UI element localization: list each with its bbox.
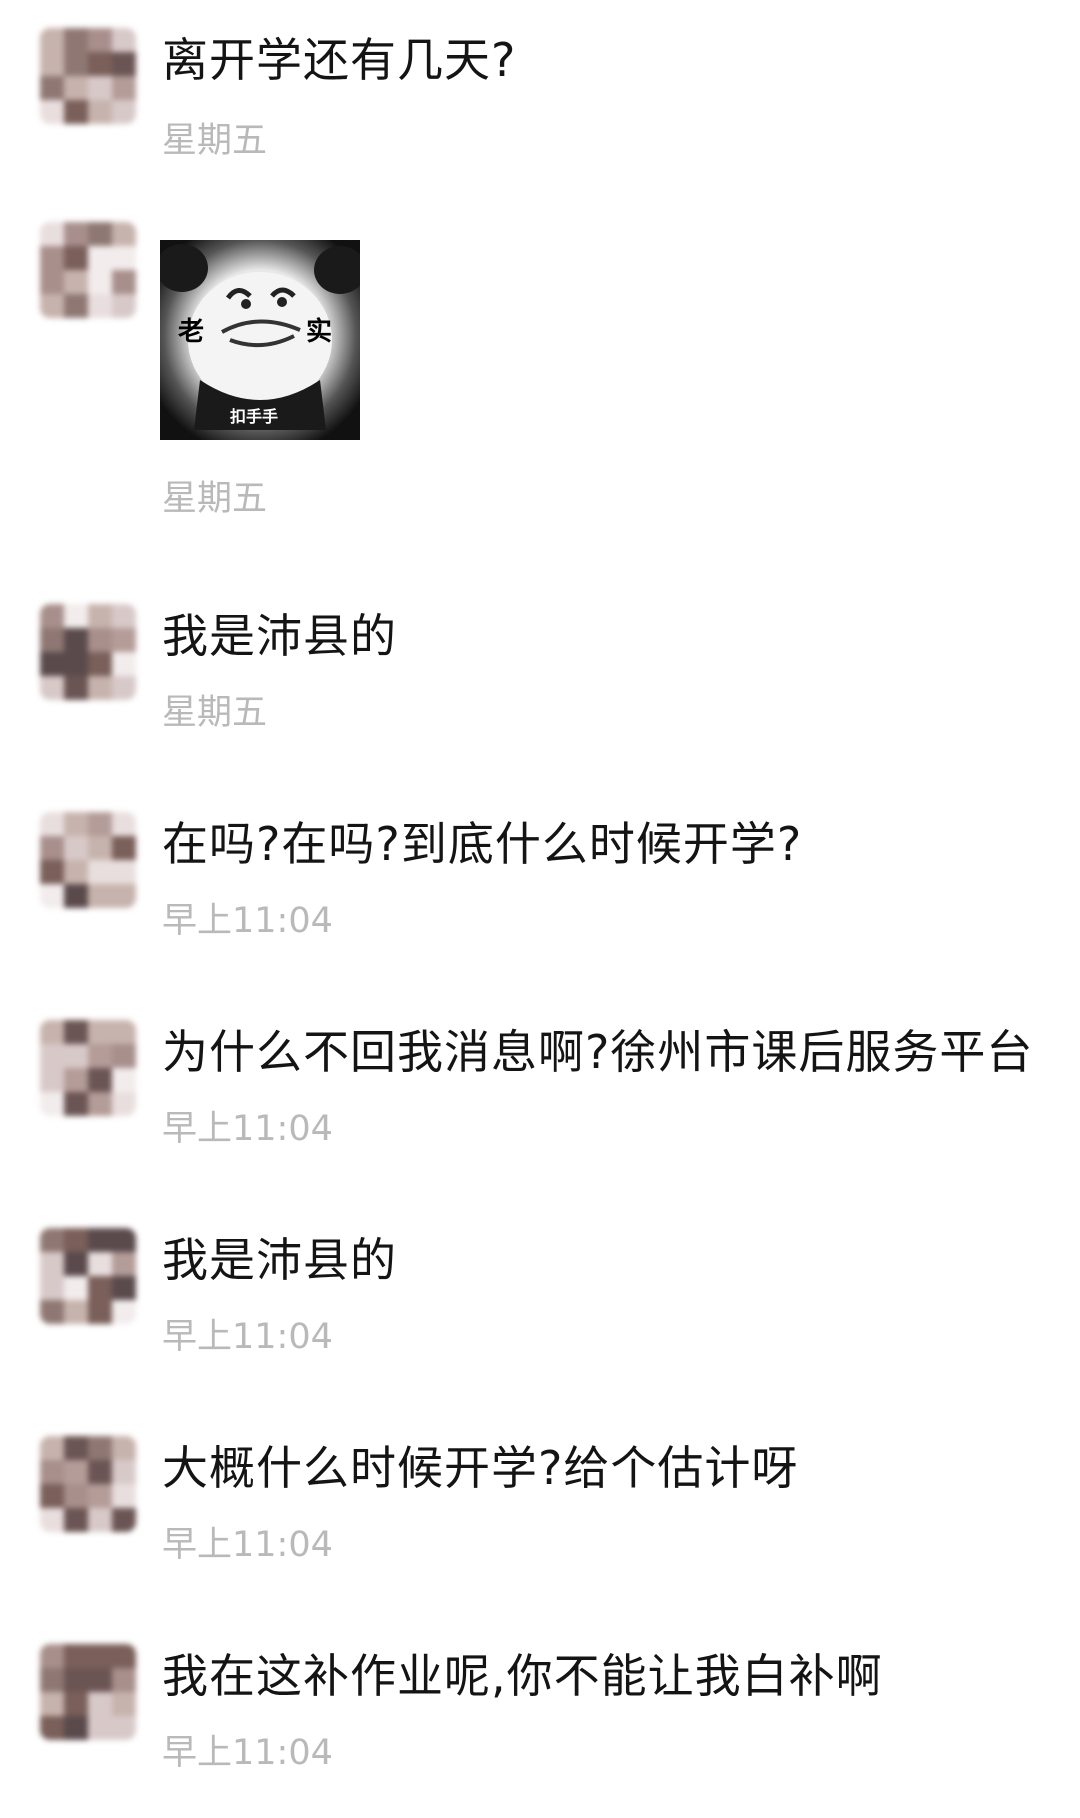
message-timestamp: 早上11:04 <box>162 1733 333 1773</box>
avatar[interactable] <box>40 1228 136 1324</box>
avatar[interactable] <box>40 28 136 124</box>
message-text: 我是沛县的 <box>162 609 397 663</box>
avatar[interactable] <box>40 222 136 318</box>
sticker-left-text: 老 <box>178 317 204 347</box>
avatar[interactable] <box>40 812 136 908</box>
sticker-image[interactable]: 老 实 扣手手 <box>160 240 360 440</box>
message-timestamp: 早上11:04 <box>162 1109 333 1149</box>
message-text: 大概什么时候开学?给个估计呀 <box>162 1441 799 1495</box>
message-timestamp: 星期五 <box>162 479 268 519</box>
message-text: 在吗?在吗?到底什么时候开学? <box>162 817 803 871</box>
sticker-caption: 扣手手 <box>230 407 278 426</box>
avatar[interactable] <box>40 1020 136 1116</box>
sticker-right-text: 实 <box>306 316 332 347</box>
message-timestamp: 早上11:04 <box>162 901 333 941</box>
avatar[interactable] <box>40 604 136 700</box>
message-text: 为什么不回我消息啊?徐州市课后服务平台 <box>162 1025 1034 1079</box>
message-text: 我是沛县的 <box>162 1233 397 1287</box>
message-timestamp: 星期五 <box>162 121 268 161</box>
message-timestamp: 早上11:04 <box>162 1317 333 1357</box>
message-timestamp: 星期五 <box>162 693 268 733</box>
message-timestamp: 早上11:04 <box>162 1525 333 1565</box>
message-text: 我在这补作业呢,你不能让我白补啊 <box>162 1649 883 1703</box>
message-text: 离开学还有几天? <box>162 33 517 87</box>
avatar[interactable] <box>40 1644 136 1740</box>
chat-message-list: 离开学还有几天? 星期五 老 实 扣手手 星期五 我是沛县的 星期五 在吗?在吗… <box>0 0 1080 1818</box>
panda-meme-sticker-icon: 老 实 扣手手 <box>160 240 360 440</box>
avatar[interactable] <box>40 1436 136 1532</box>
